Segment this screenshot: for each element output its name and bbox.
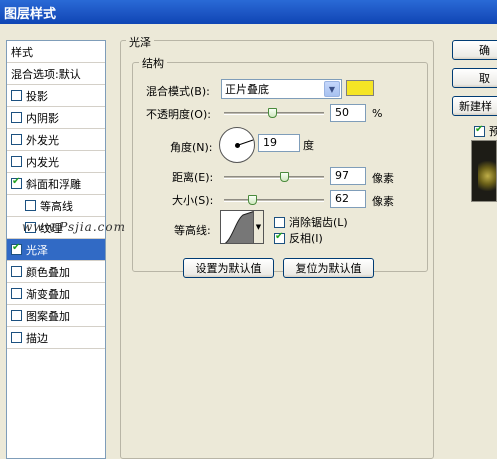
window-title: 图层样式 — [4, 7, 57, 22]
invert-label: 反相(I) — [289, 232, 323, 245]
style-item-label: 外发光 — [26, 133, 59, 147]
contour-dropdown-button[interactable]: ▼ — [254, 210, 264, 244]
style-item-label: 渐变叠加 — [26, 287, 70, 301]
style-item-label: 光泽 — [26, 243, 48, 257]
contour-curve-icon — [224, 211, 253, 243]
distance-label: 距离(E): — [172, 171, 214, 184]
blend-color-swatch[interactable] — [346, 80, 374, 96]
preview-swatch — [478, 161, 496, 191]
size-input[interactable]: 62 — [330, 190, 366, 208]
size-unit: 像素 — [372, 195, 394, 208]
style-item-label: 描边 — [26, 331, 48, 345]
style-item-checkbox[interactable] — [11, 176, 22, 189]
opacity-unit: % — [372, 107, 383, 120]
style-item-checkbox[interactable] — [11, 288, 22, 299]
style-item[interactable]: 渐变叠加 — [7, 283, 105, 305]
contour-preview[interactable] — [220, 210, 254, 244]
reset-default-button[interactable]: 复位为默认值 — [283, 258, 374, 278]
style-item-checkbox[interactable] — [11, 112, 22, 123]
angle-unit: 度 — [303, 139, 314, 152]
style-item-checkbox[interactable] — [11, 156, 22, 167]
invert-checkbox-row[interactable]: 反相(I) — [274, 230, 323, 246]
distance-unit: 像素 — [372, 172, 394, 185]
angle-dial-hand — [236, 139, 254, 146]
blend-mode-label: 混合模式(B): — [146, 85, 210, 98]
satin-group-title: 光泽 — [126, 34, 154, 50]
style-item[interactable]: 等高线 — [7, 195, 105, 217]
style-item-checkbox[interactable] — [11, 332, 22, 343]
style-item-label: 投影 — [26, 89, 48, 103]
watermark-text: www.Psjia.com — [22, 220, 126, 234]
style-item-label: 混合选项:默认 — [11, 67, 81, 81]
make-default-button[interactable]: 设置为默认值 — [183, 258, 274, 278]
style-item[interactable]: 斜面和浮雕 — [7, 173, 105, 195]
style-item-checkbox[interactable] — [25, 200, 36, 211]
style-item[interactable]: 光泽 — [7, 239, 105, 261]
invert-checkbox[interactable] — [274, 231, 285, 244]
style-item[interactable]: 颜色叠加 — [7, 261, 105, 283]
style-item[interactable]: 混合选项:默认 — [7, 63, 105, 85]
style-item[interactable]: 图案叠加 — [7, 305, 105, 327]
styles-list: 样式 混合选项:默认投影内阴影外发光内发光斜面和浮雕等高线纹理光泽颜色叠加渐变叠… — [6, 40, 106, 459]
title-bar: 图层样式 — [0, 0, 497, 24]
opacity-input[interactable]: 50 — [330, 104, 366, 122]
ok-button[interactable]: 确 — [452, 40, 497, 60]
contour-label: 等高线: — [174, 224, 211, 237]
style-item-checkbox[interactable] — [11, 242, 22, 255]
structure-group-title: 结构 — [139, 55, 167, 71]
angle-input[interactable]: 19 — [258, 134, 300, 152]
layer-style-dialog: 样式 混合选项:默认投影内阴影外发光内发光斜面和浮雕等高线纹理光泽颜色叠加渐变叠… — [0, 24, 497, 459]
style-item-label: 图案叠加 — [26, 309, 70, 323]
cancel-button[interactable]: 取 — [452, 68, 497, 88]
style-item-checkbox[interactable] — [11, 266, 22, 277]
style-item[interactable]: 描边 — [7, 327, 105, 349]
angle-dial[interactable] — [219, 127, 255, 163]
blend-mode-value: 正片叠底 — [225, 83, 269, 96]
preview-checkbox-row[interactable]: 预 — [474, 123, 497, 139]
angle-label: 角度(N): — [170, 141, 213, 154]
style-item[interactable]: 内阴影 — [7, 107, 105, 129]
style-item-checkbox[interactable] — [11, 134, 22, 145]
chevron-down-icon: ▼ — [324, 81, 340, 97]
style-preview-thumbnail — [471, 140, 497, 202]
opacity-slider-thumb[interactable] — [268, 108, 277, 118]
preview-checkbox[interactable] — [474, 124, 485, 137]
size-label: 大小(S): — [172, 194, 214, 207]
distance-input[interactable]: 97 — [330, 167, 366, 185]
style-item-label: 等高线 — [40, 199, 73, 213]
style-item-checkbox[interactable] — [11, 90, 22, 101]
style-item-checkbox[interactable] — [11, 310, 22, 321]
antialias-checkbox[interactable] — [274, 216, 285, 228]
antialias-label: 消除锯齿(L) — [289, 216, 348, 229]
style-item-label: 内发光 — [26, 155, 59, 169]
blend-mode-select[interactable]: 正片叠底 ▼ — [221, 79, 342, 99]
distance-slider-thumb[interactable] — [280, 172, 289, 182]
style-item-label: 内阴影 — [26, 111, 59, 125]
new-style-button[interactable]: 新建样 — [452, 96, 497, 116]
size-slider-thumb[interactable] — [248, 195, 257, 205]
style-item-label: 斜面和浮雕 — [26, 177, 81, 191]
style-item-label: 颜色叠加 — [26, 265, 70, 279]
styles-header[interactable]: 样式 — [7, 41, 105, 63]
style-item[interactable]: 内发光 — [7, 151, 105, 173]
opacity-label: 不透明度(O): — [146, 108, 211, 121]
antialias-checkbox-row[interactable]: 消除锯齿(L) — [274, 214, 348, 230]
preview-label: 预 — [489, 125, 497, 138]
size-slider[interactable] — [224, 199, 324, 202]
style-item[interactable]: 外发光 — [7, 129, 105, 151]
distance-slider[interactable] — [224, 176, 324, 179]
style-item[interactable]: 投影 — [7, 85, 105, 107]
